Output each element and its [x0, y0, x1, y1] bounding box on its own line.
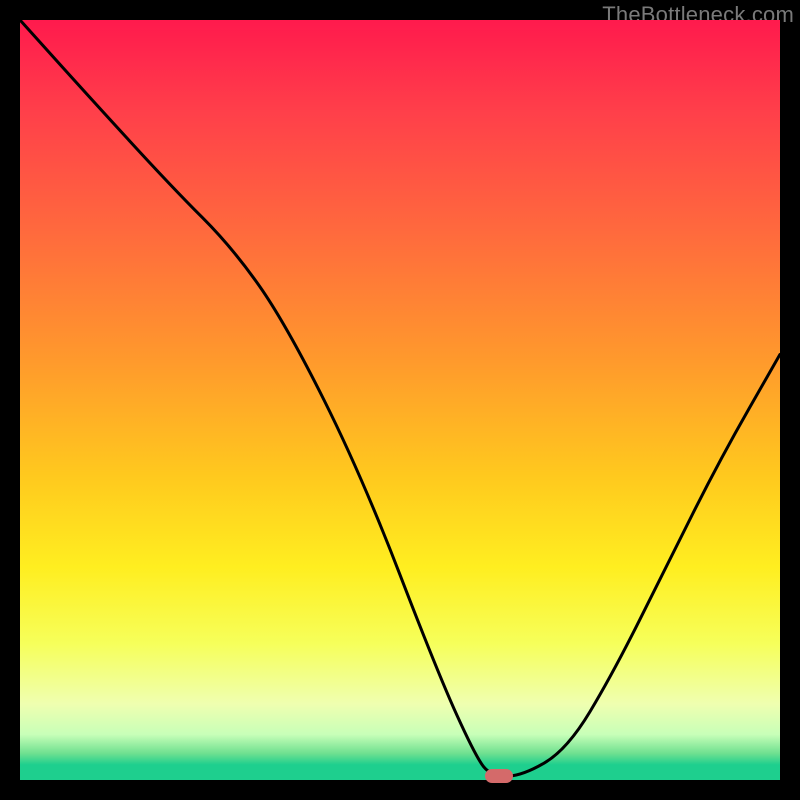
optimal-marker [485, 769, 513, 783]
curve-path [20, 20, 780, 776]
chart-frame: TheBottleneck.com [0, 0, 800, 800]
bottleneck-curve [20, 20, 780, 780]
plot-area [20, 20, 780, 780]
